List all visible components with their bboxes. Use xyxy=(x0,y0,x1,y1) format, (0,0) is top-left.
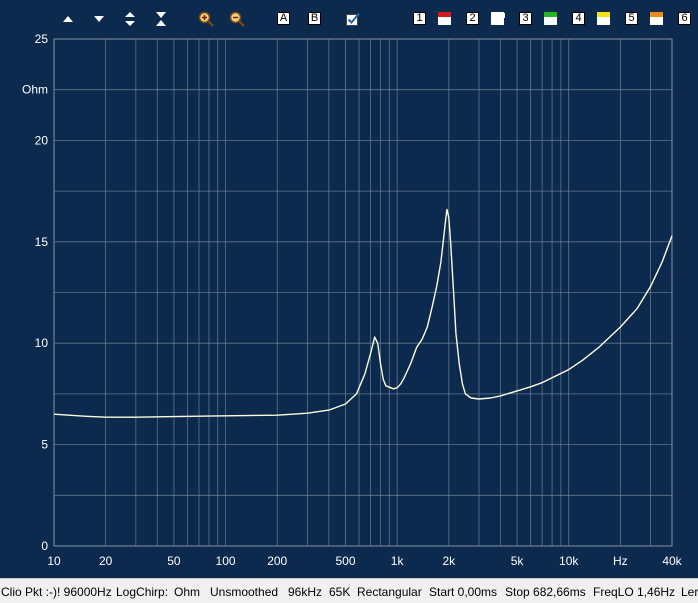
impedance-chart[interactable]: 10 20 50 100 200 500 1k 2k 5k 10k Hz 40k 0 5 10 15 20 Ohm… xyxy=(0,0,698,578)
y-tick-label: 5 xyxy=(41,438,48,452)
y-tick-label: 20 xyxy=(35,133,49,147)
status-size: 65K xyxy=(329,585,351,599)
y-tick-label: 0 xyxy=(41,539,48,553)
x-tick-label: 2k xyxy=(442,554,456,568)
x-tick-label: 200 xyxy=(267,554,287,568)
y-tick-label: Ohm xyxy=(22,83,48,97)
x-tick-label: 5k xyxy=(511,554,525,568)
status-stop: Stop 682,66ms xyxy=(505,585,586,599)
x-tick-label: 50 xyxy=(167,554,181,568)
status-unit: Ohm xyxy=(174,585,201,599)
x-tick-label: 10 xyxy=(47,554,61,568)
status-bar: Clio Pkt :-)! 96000Hz LogChirp: Ohm Unsm… xyxy=(0,578,698,603)
x-tick-label: 10k xyxy=(559,554,579,568)
status-window: Rectangular xyxy=(357,585,422,599)
x-tick-label: 500 xyxy=(335,554,355,568)
x-tick-label: 20 xyxy=(99,554,113,568)
y-tick-label: 15 xyxy=(35,235,49,249)
x-tick-label: 1k xyxy=(391,554,405,568)
status-extra: Ler xyxy=(681,585,698,599)
y-tick-label: 10 xyxy=(35,336,49,350)
graph-panel: A B 1 2 3 4 5 6 10 20 50 100 200 500 1k 2k 5k 10k… xyxy=(0,0,698,578)
status-start: Start 0,00ms xyxy=(429,585,498,599)
impedance-curve xyxy=(53,208,673,418)
x-tick-label: 100 xyxy=(216,554,236,568)
status-smoothing: Unsmoothed xyxy=(210,585,279,599)
status-signal: LogChirp: xyxy=(116,585,169,599)
y-tick-label: 25 xyxy=(35,32,49,46)
status-sample-rate: 96kHz xyxy=(288,585,323,599)
x-tick-label: Hz xyxy=(613,554,628,568)
status-device: Clio Pkt :-)! 96000Hz xyxy=(1,585,112,599)
x-tick-label: 40k xyxy=(662,554,682,568)
status-freq-lo: FreqLO 1,46Hz xyxy=(593,585,676,599)
